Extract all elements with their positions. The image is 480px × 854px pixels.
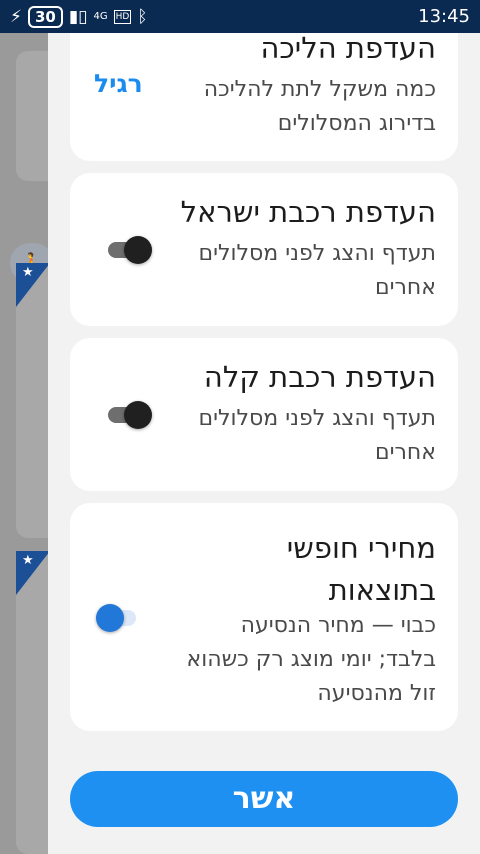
free-pass-prices-card: מחירי חופשי בתוצאות כבוי — מחיר הנסיעה ב… bbox=[70, 503, 458, 731]
status-icons: ⚡ 30 ▮▯ 4G HD ᛒ bbox=[10, 5, 148, 28]
toggle-thumb bbox=[124, 401, 152, 429]
light-rail-preference-card: העדפת רכבת קלה תעדף והצג לפני מסלולים אח… bbox=[70, 338, 458, 491]
walk-preference-title: העדפת הליכה bbox=[260, 33, 436, 65]
toggle-thumb bbox=[124, 236, 152, 264]
toggle-thumb bbox=[96, 604, 124, 632]
bluetooth-icon: ᛒ bbox=[137, 6, 148, 27]
israel-rail-title: העדפת רכבת ישראל bbox=[180, 195, 436, 229]
light-rail-desc: תעדף והצג לפני מסלולים אחרים bbox=[199, 402, 437, 470]
walk-preference-card[interactable]: העדפת הליכה כמה משקל לתת להליכה בדירוג ה… bbox=[70, 33, 458, 161]
light-rail-title: העדפת רכבת קלה bbox=[203, 360, 436, 394]
israel-rail-desc-line: אחרים bbox=[374, 275, 436, 300]
network-type: 4G bbox=[93, 11, 108, 22]
free-pass-desc-line: כבוי — מחיר הנסיעה bbox=[240, 613, 436, 638]
free-pass-desc: כבוי — מחיר הנסיעה בלבד; יומי מוצג רק כש… bbox=[187, 609, 437, 711]
free-pass-title-line: בתוצאות bbox=[328, 573, 436, 607]
israel-rail-desc-line: תעדף והצג לפני מסלולים bbox=[198, 241, 437, 266]
confirm-button[interactable]: אשר bbox=[70, 771, 458, 827]
free-pass-desc-line: זול מהנסיעה bbox=[317, 681, 436, 706]
free-pass-title-line: מחירי חופשי bbox=[286, 531, 436, 565]
israel-rail-preference-card: העדפת רכבת ישראל תעדף והצג לפני מסלולים … bbox=[70, 173, 458, 326]
free-pass-title: מחירי חופשי בתוצאות bbox=[287, 527, 436, 611]
walk-desc-line: בדירוג המסלולים bbox=[277, 111, 436, 136]
walk-preference-value[interactable]: רגיל bbox=[94, 69, 143, 98]
battery-indicator: 30 bbox=[27, 5, 63, 28]
free-pass-desc-line: בלבד; יומי מוצג רק כשהוא bbox=[186, 647, 437, 672]
charging-icon: ⚡ bbox=[10, 6, 22, 27]
israel-rail-toggle[interactable] bbox=[106, 236, 154, 264]
preferences-sheet: העדפת הליכה כמה משקל לתת להליכה בדירוג ה… bbox=[48, 33, 480, 854]
walk-preference-desc: כמה משקל לתת להליכה בדירוג המסלולים bbox=[204, 73, 436, 141]
walk-desc-line: כמה משקל לתת להליכה bbox=[203, 77, 436, 102]
signal-icon: ▮▯ bbox=[68, 6, 88, 27]
light-rail-toggle[interactable] bbox=[106, 401, 154, 429]
clock: 13:45 bbox=[418, 6, 470, 27]
light-rail-desc-line: תעדף והצג לפני מסלולים bbox=[198, 406, 437, 431]
free-pass-toggle[interactable] bbox=[96, 604, 144, 632]
hd-badge: HD bbox=[113, 9, 132, 24]
status-bar: ⚡ 30 ▮▯ 4G HD ᛒ 13:45 bbox=[0, 0, 480, 33]
light-rail-desc-line: אחרים bbox=[374, 440, 436, 465]
israel-rail-desc: תעדף והצג לפני מסלולים אחרים bbox=[199, 237, 437, 305]
